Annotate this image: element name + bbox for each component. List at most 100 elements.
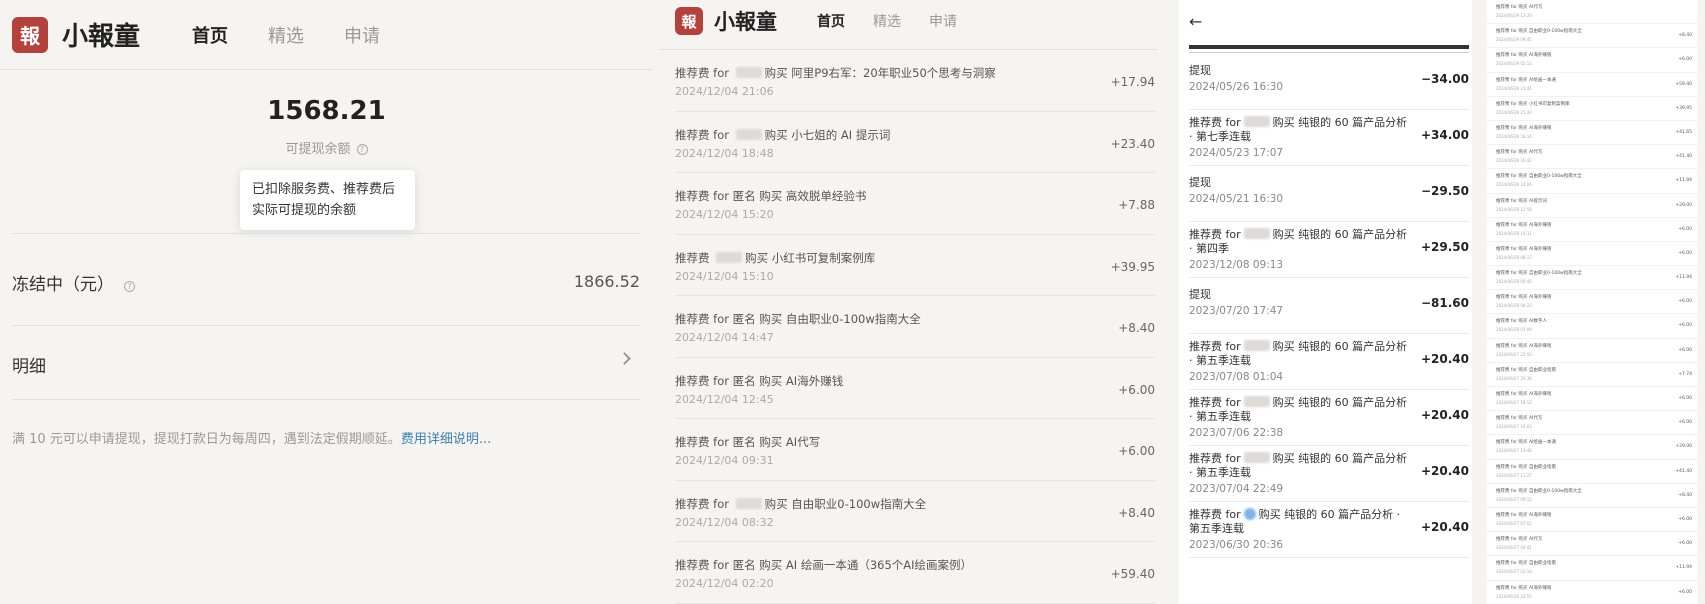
item-title: 推荐费 for 购买 自由职业0-100w指南大全	[1496, 29, 1582, 35]
divider	[1189, 52, 1469, 53]
item-desc: 购买 小红书可复制案例库	[745, 250, 876, 265]
nav-apply[interactable]: 申请	[344, 22, 380, 48]
list-item[interactable]: 推荐费 for 购买 阿里P9右军：20年职业50个思考与洞察 2024/12/0…	[675, 50, 1155, 112]
item-amount: +20.40	[1420, 464, 1469, 478]
list-item[interactable]: 推荐费 for 购买 AI海外赚钱 2024/06/27 18:12 +6.00	[1487, 387, 1697, 412]
list-item[interactable]: 推荐费 for 购买 自由职业指南 2024/06/27 11:27 +41.40	[1487, 460, 1697, 484]
item-date: 2024/06/27 07:02	[1496, 520, 1532, 526]
item-title: 提现	[1189, 64, 1409, 78]
list-item[interactable]: 推荐费 for 购买 AI海外赚钱 2024/06/26 23:55 +6.00	[1487, 581, 1697, 604]
list-item[interactable]: 推荐费 for 购买 自由职业0-100w指南大全 2024/12/04 08:3…	[675, 481, 1155, 542]
item-amount: +20.40	[1420, 408, 1469, 422]
nav-apply[interactable]: 申请	[929, 11, 957, 31]
list-item[interactable]: 推荐费 for 购买 自由职业0-100w指南大全 2024/06/29 09:4…	[1487, 24, 1697, 49]
list-item[interactable]: 推荐费 for 购买 纯银的 60 篇产品分析 · 第四季 2023/12/08 0…	[1189, 222, 1469, 278]
item-date: 2024/06/28 21:30	[1496, 109, 1532, 115]
app-logo[interactable]: 報	[675, 7, 703, 35]
list-item[interactable]: 推荐费 for 购买 AI绘画一本通 2024/06/28 23:41 +59.40	[1487, 73, 1697, 97]
list-item[interactable]: 推荐费 for 购买 AI代写 2024/06/29 13:20	[1487, 0, 1697, 25]
item-amount: +8.40	[1118, 505, 1155, 520]
item-amount: −34.00	[1420, 72, 1469, 86]
list-item[interactable]: 推荐费 for 购买 AI海外赚钱 2024/06/27 22:50 +6.00	[1487, 339, 1697, 363]
blurred-name	[1243, 396, 1270, 407]
list-item[interactable]: 推荐费 for 购买 AI海外赚钱 2024/06/28 04:22 +6.00	[1487, 290, 1697, 315]
list-item[interactable]: 提现 2023/07/20 17:47 −81.60	[1189, 278, 1469, 334]
balance-tooltip: 已扣除服务费、推荐费后实际可提现的余额	[240, 170, 415, 230]
list-item[interactable]: 推荐费 for 购买 自由职业0-100w指南大全 2024/06/28 14:0…	[1487, 169, 1697, 194]
list-item[interactable]: 推荐费 for 购买 纯银的 60 篇产品分析 · 第五季连载 2023/06/30…	[1189, 502, 1469, 558]
list-item[interactable]: 推荐费 for 购买 AI提示词 2024/06/28 12:58 +29.00	[1487, 194, 1697, 218]
list-item[interactable]: 推荐费 购买 小红书可复制案例库 2024/12/04 15:10 +39.95	[675, 235, 1155, 296]
list-item[interactable]: 推荐费 for 购买 AI海外赚钱 2024/06/28 08:17 +6.00	[1487, 242, 1697, 267]
list-item[interactable]: 推荐费 for 购买 AI代写 2024/06/27 16:03 +6.00	[1487, 411, 1697, 436]
item-date: 2023/07/04 22:49	[1189, 483, 1284, 495]
list-item[interactable]: 推荐费 for 购买 纯银的 60 篇产品分析 · 第五季连载 2023/07/06…	[1189, 390, 1469, 446]
item-prefix: 推荐费 for	[675, 127, 733, 142]
nav-featured[interactable]: 精选	[268, 22, 304, 48]
list-item[interactable]: 推荐费 for 购买 自由职业0-100w指南大全 2024/06/27 09:1…	[1487, 484, 1697, 508]
item-prefix: 推荐费 for	[675, 558, 733, 572]
help-icon[interactable]: ?	[124, 281, 135, 292]
list-item[interactable]: 推荐费 for 购买 自由职业0-100w指南大全 2024/06/28 06:4…	[1487, 266, 1697, 291]
list-item[interactable]: 推荐费 for 购买 AI海外赚钱 2024/06/28 18:14 +41.65	[1487, 121, 1697, 146]
list-item[interactable]: 推荐费 for 匿名 购买 AI 绘画一本通（365个AI绘画案例） 2024/1…	[675, 542, 1155, 604]
list-item[interactable]: 提现 2024/05/26 16:30 −34.00	[1189, 54, 1469, 110]
list-item[interactable]: 推荐费 for 购买 纯银的 60 篇产品分析 · 第五季连载 2023/07/08…	[1189, 334, 1469, 390]
list-item[interactable]: 推荐费 for 匿名 购买 AI海外赚钱 2024/12/04 12:45 +6.0…	[675, 358, 1155, 419]
nav-home[interactable]: 首页	[817, 11, 845, 31]
divider	[12, 233, 640, 234]
item-date: 2024/12/04 18:48	[675, 146, 774, 160]
list-item[interactable]: 推荐费 for 购买 自由职业指南 2024/06/27 02:18 +11.94	[1487, 556, 1697, 581]
item-date: 2024/12/04 02:20	[675, 577, 774, 590]
item-amount: +8.40	[1678, 492, 1692, 498]
list-item[interactable]: 推荐费 for 购买 AI海外赚钱 2024/06/29 02:13 +6.00	[1487, 48, 1697, 73]
item-title: 推荐费 for 购买 AI海外赚钱	[1496, 585, 1552, 591]
item-date: 2024/12/04 14:47	[675, 331, 774, 344]
list-item[interactable]: 推荐费 for 购买 AI绘画一本通 2024/06/27 13:48 +29.00	[1487, 435, 1697, 460]
blurred-name	[735, 128, 762, 140]
item-amount: +11.94	[1675, 275, 1692, 281]
brand-name[interactable]: 小報童	[62, 16, 140, 53]
item-prefix: 提现	[1189, 64, 1211, 77]
list-item[interactable]: 推荐费 for 匿名 购买 高效脱单经验书 2024/12/04 15:20 +7.…	[675, 173, 1155, 235]
referral-panel: 報 小報童 首页 精选 申请 推荐费 for 购买 阿里P9右军：20年职业50…	[659, 0, 1158, 604]
list-item[interactable]: 推荐费 for 购买 纯银的 60 篇产品分析 · 第七季连载 2024/05/23…	[1189, 110, 1469, 166]
item-date: 2024/12/04 09:31	[675, 454, 774, 467]
list-item[interactable]: 推荐费 for 购买 AI代写 2024/06/27 04:41 +6.00	[1487, 532, 1697, 557]
chevron-right-icon[interactable]	[618, 352, 631, 365]
list-item[interactable]: 推荐费 for 匿名 购买 自由职业0-100w指南大全 2024/12/04 1…	[675, 296, 1155, 358]
item-desc: 购买 小七姐的 AI 提示词	[764, 127, 891, 142]
back-arrow-icon[interactable]: ←	[1189, 12, 1202, 31]
item-date: 2024/06/27 11:27	[1496, 472, 1532, 478]
item-desc: 购买 高效脱单经验书	[759, 189, 867, 203]
item-prefix: 推荐费 for	[675, 373, 733, 388]
list-item[interactable]: 推荐费 for 购买 小七姐的 AI 提示词 2024/12/04 18:48 +2…	[675, 112, 1155, 173]
item-prefix: 推荐费 for	[1189, 508, 1241, 521]
fee-details-link[interactable]: 费用详细说明...	[401, 432, 491, 447]
list-item[interactable]: 推荐费 for 购买 AI数字人 2024/06/28 01:09 +6.00	[1487, 314, 1697, 339]
list-item[interactable]: 推荐费 for 购买 自由职业指南 2024/06/27 20:36 +7.74	[1487, 363, 1697, 387]
help-icon[interactable]: ?	[356, 144, 368, 155]
list-item[interactable]: 推荐费 for 购买 AI海外赚钱 2024/06/27 07:02 +6.00	[1487, 508, 1697, 533]
item-date: 2024/05/26 16:30	[1189, 81, 1284, 93]
list-item[interactable]: 推荐费 for 购买 AI代写 2024/06/28 16:42 +41.40	[1487, 145, 1697, 170]
item-prefix: 推荐费 for	[675, 435, 733, 449]
brand-name[interactable]: 小報童	[714, 6, 777, 36]
list-item[interactable]: 推荐费 for 匿名 购买 AI代写 2024/12/04 09:31 +6.00	[675, 419, 1155, 481]
item-amount: +39.95	[1675, 105, 1692, 111]
item-date: 2024/12/04 21:06	[675, 85, 774, 98]
nav-featured[interactable]: 精选	[873, 11, 901, 31]
detail-link[interactable]: 明细	[12, 352, 46, 377]
item-prefix: 推荐费 for	[1189, 116, 1241, 129]
divider	[12, 325, 640, 326]
item-title: 提现	[1189, 288, 1409, 302]
list-item[interactable]: 推荐费 for 购买 AI海外赚钱 2024/06/28 10:31 +6.00	[1487, 218, 1697, 242]
item-amount: +6.00	[1678, 541, 1692, 547]
app-logo[interactable]: 報	[12, 16, 48, 53]
item-amount: +6.00	[1678, 516, 1692, 522]
balance-label-row: 可提现余额?	[0, 138, 653, 157]
list-item[interactable]: 提现 2024/05/21 16:30 −29.50	[1189, 166, 1469, 222]
list-item[interactable]: 推荐费 for 购买 小红书可复制案例库 2024/06/28 21:30 +39.…	[1487, 97, 1697, 121]
list-item[interactable]: 推荐费 for 购买 纯银的 60 篇产品分析 · 第五季连载 2023/07/04…	[1189, 446, 1469, 502]
nav-home[interactable]: 首页	[192, 22, 228, 48]
